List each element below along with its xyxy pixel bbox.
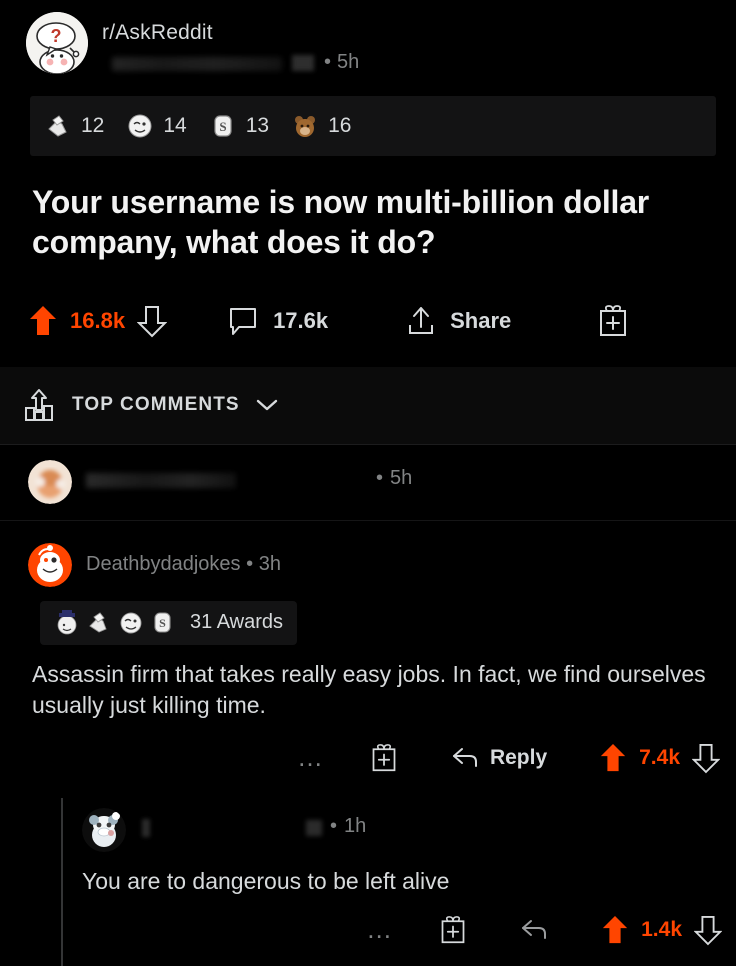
award-count: 14 <box>163 114 187 137</box>
reply-button[interactable]: Reply <box>450 745 547 771</box>
downvote-button[interactable] <box>137 304 168 338</box>
sort-label: TOP COMMENTS <box>72 394 240 416</box>
meta-separator: • <box>324 51 332 73</box>
avatar[interactable] <box>82 808 126 853</box>
award-gift-icon <box>600 304 627 336</box>
post-meta: • 5h <box>102 51 662 77</box>
reddit-post-screen: ? r/AskReddit • 5h 12 14 S 13 16 Your us… <box>0 0 736 966</box>
silver-s-award-icon: S <box>214 115 232 137</box>
downvote-arrow-icon[interactable] <box>692 742 720 774</box>
awards-count-label: 31 Awards <box>190 611 284 634</box>
redacted-author-tail <box>306 820 322 837</box>
post-title: Your username is now multi-billion dolla… <box>32 184 650 261</box>
downvote-arrow-icon[interactable] <box>694 914 722 946</box>
more-options-icon[interactable]: … <box>297 745 326 770</box>
reply-meta: • 1h <box>138 815 518 843</box>
top-hat-award-icon <box>57 609 77 635</box>
reply-action-bar: … 1.4k <box>82 914 736 946</box>
comment-age-value: 5h <box>390 467 413 490</box>
award-gift-icon[interactable] <box>439 915 467 945</box>
comment-meta: • 5h <box>86 467 506 495</box>
chevron-down-icon <box>256 399 277 411</box>
silver-hands-award-icon <box>48 115 67 137</box>
comment-age: • 5h <box>376 467 412 490</box>
comment-bubble-icon <box>230 307 257 335</box>
redacted-author-tail <box>292 55 314 71</box>
post-header-text: r/AskReddit • 5h <box>102 12 662 77</box>
comment-count: 17.6k <box>273 307 329 333</box>
post-header: ? r/AskReddit • 5h <box>0 0 736 86</box>
reply-arrow-icon[interactable] <box>519 917 549 943</box>
award-count: 16 <box>328 114 352 137</box>
reply-age-value: 1h <box>344 815 367 838</box>
comment-action-bar: … Reply 7.4k <box>28 736 736 780</box>
reply-score: 1.4k <box>641 917 682 941</box>
comment: Deathbydadjokes • 3h S 31 Awards Assassi… <box>0 521 736 966</box>
award-item[interactable]: 14 <box>126 112 187 140</box>
redacted-author <box>142 819 150 838</box>
award-item[interactable]: S 13 <box>209 112 269 140</box>
comment-collapsed[interactable]: • 5h <box>0 445 736 521</box>
meta-separator: • <box>376 467 384 490</box>
reply-age: • 1h <box>330 815 366 838</box>
silver-s-award-icon: S <box>154 612 171 633</box>
comment-body: Assassin firm that takes really easy job… <box>32 660 706 719</box>
downvote-arrow-icon <box>137 305 168 338</box>
reply-header: • 1h <box>82 808 736 853</box>
askreddit-question-snoo-icon[interactable]: ? <box>26 12 88 74</box>
award-count: 13 <box>245 114 270 137</box>
reply-thread: • 1h You are to dangerous to be left aliv… <box>28 798 736 966</box>
comments-button[interactable]: 17.6k <box>227 305 328 337</box>
svg-text:?: ? <box>51 26 62 46</box>
post-age: • 5h <box>324 51 359 74</box>
svg-text:S: S <box>219 119 226 134</box>
comment-score: 7.4k <box>639 746 680 770</box>
give-award-button[interactable] <box>597 304 629 338</box>
share-upload-icon <box>409 306 434 334</box>
post-action-bar: 16.8k 17.6k Share <box>28 297 736 345</box>
silver-hands-award-icon <box>89 612 107 633</box>
svg-text:S: S <box>159 616 166 630</box>
redacted-author <box>86 473 236 489</box>
comment-header: Deathbydadjokes • 3h <box>28 542 736 587</box>
post-awards-strip[interactable]: 12 14 S 13 16 <box>30 96 716 156</box>
wholesome-face-award-icon <box>128 114 152 138</box>
upvote-arrow-icon[interactable] <box>601 914 629 946</box>
upvote-button[interactable] <box>28 304 58 338</box>
comment-awards-badge[interactable]: S 31 Awards <box>40 600 298 645</box>
thread-line[interactable] <box>61 798 63 966</box>
meta-separator: • <box>330 815 338 838</box>
reply: • 1h You are to dangerous to be left aliv… <box>62 798 736 946</box>
comment-author[interactable]: Deathbydadjokes • 3h <box>86 553 281 576</box>
wholesome-face-award-icon <box>120 612 142 634</box>
reply-body: You are to dangerous to be left alive <box>82 868 450 895</box>
comment-sort-bar[interactable]: TOP COMMENTS <box>0 366 736 445</box>
sort-top-bar-chart-icon <box>25 389 53 422</box>
post-score: 16.8k <box>70 307 126 333</box>
award-item[interactable]: 12 <box>44 112 104 140</box>
bear-hug-award-icon <box>295 116 316 137</box>
upvote-arrow-icon[interactable] <box>599 742 627 774</box>
subreddit-name[interactable]: r/AskReddit <box>102 21 662 45</box>
post-age-value: 5h <box>337 51 360 73</box>
award-count: 12 <box>81 114 105 137</box>
avatar[interactable] <box>28 542 72 587</box>
reply-label: Reply <box>489 746 548 770</box>
avatar[interactable] <box>28 460 72 505</box>
award-item[interactable]: 16 <box>291 112 351 140</box>
share-button[interactable]: Share <box>406 305 511 337</box>
redacted-author <box>112 57 282 71</box>
reply-arrow-icon <box>452 748 477 768</box>
upvote-arrow-icon <box>30 305 56 335</box>
share-label: Share <box>450 307 512 333</box>
award-gift-icon[interactable] <box>370 743 398 773</box>
more-options-icon[interactable]: … <box>366 916 395 941</box>
